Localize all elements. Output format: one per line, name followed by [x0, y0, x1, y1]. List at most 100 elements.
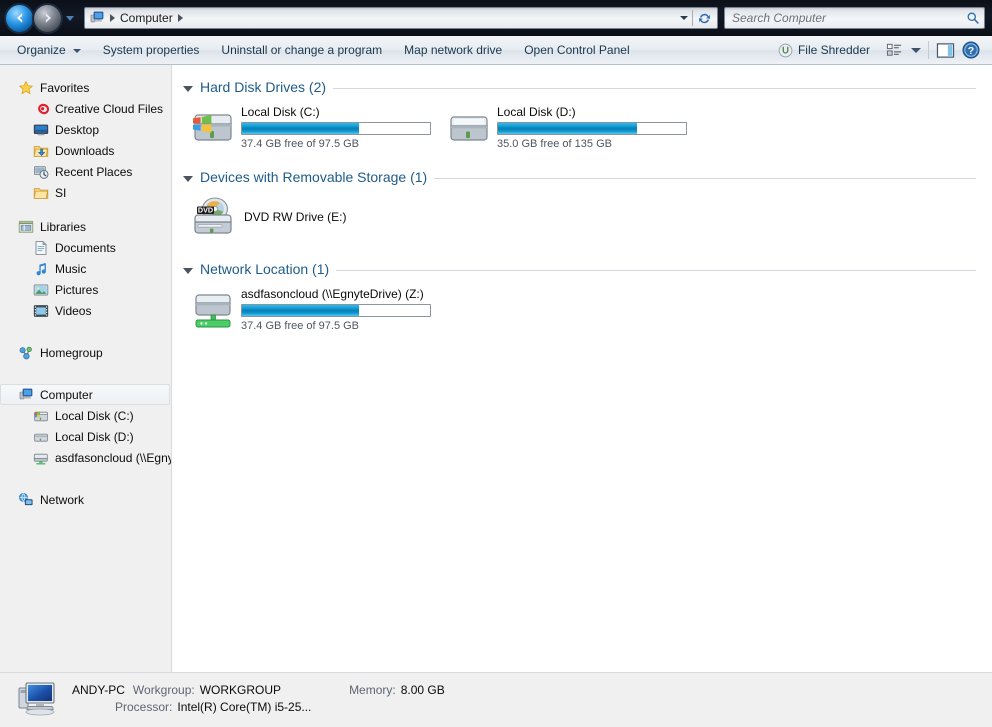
group-header-hard-disk-drives[interactable]: Hard Disk Drives (2) [173, 79, 992, 95]
drive-info: asdfasoncloud (\\EgnyteDrive) (Z:) 37.4 … [241, 284, 431, 332]
back-button[interactable] [6, 4, 33, 32]
sidebar-group-label: Favorites [40, 80, 90, 95]
group-header-removable-storage[interactable]: Devices with Removable Storage (1) [173, 169, 992, 185]
group-title: Devices with Removable Storage (1) [200, 169, 428, 185]
workgroup-label: Workgroup: [132, 683, 195, 697]
search-input[interactable]: Search Computer [732, 11, 826, 25]
view-dropdown-button[interactable] [907, 38, 925, 62]
file-list-pane[interactable]: Hard Disk Drives (2) Local Disk (C:) 37.… [173, 65, 992, 672]
sidebar-item-downloads[interactable]: Downloads [0, 140, 171, 161]
help-button[interactable]: ? [958, 38, 984, 62]
navigation-pane[interactable]: Favorites Creative Cloud Files Desktop D… [0, 65, 172, 672]
preview-pane-icon [936, 42, 954, 58]
group-title: Network Location (1) [200, 261, 330, 277]
forward-button[interactable] [34, 4, 61, 32]
network-drive-icon [195, 294, 231, 328]
sidebar-item-network-drive-z[interactable]: asdfasoncloud (\\Egny [0, 447, 171, 468]
sidebar-item-music[interactable]: Music [0, 258, 171, 279]
chevron-down-icon [72, 49, 81, 53]
sidebar-item-videos[interactable]: Videos [0, 300, 171, 321]
preview-pane-button[interactable] [932, 38, 958, 62]
group-items-network-location: asdfasoncloud (\\EgnyteDrive) (Z:) 37.4 … [173, 281, 992, 335]
open-control-panel-button[interactable]: Open Control Panel [513, 37, 640, 64]
collapse-triangle-icon[interactable] [183, 85, 193, 92]
address-dropdown-icon[interactable] [675, 8, 692, 28]
sidebar-item-label: Local Disk (C:) [55, 408, 134, 423]
breadcrumb-separator-2[interactable] [177, 14, 183, 22]
sidebar-item-label: Music [55, 261, 87, 276]
file-shredder-button[interactable]: File Shredder [767, 37, 881, 64]
breadcrumb-separator-1 [110, 14, 115, 22]
group-rule [336, 269, 976, 271]
command-bar: Organize System properties Uninstall or … [0, 36, 992, 65]
group-title: Hard Disk Drives (2) [200, 79, 327, 95]
breadcrumb-computer[interactable]: Computer [120, 12, 173, 24]
drive-capacity-text: 37.4 GB free of 97.5 GB [241, 320, 360, 332]
capacity-bar-fill [242, 305, 359, 316]
sidebar-item-label: Local Disk (D:) [55, 429, 134, 444]
sidebar-item-local-disk-c[interactable]: Local Disk (C:) [0, 405, 171, 426]
sidebar-group-homegroup[interactable]: Homegroup [0, 342, 171, 363]
capacity-bar [497, 122, 687, 135]
hard-drive-icon [450, 116, 488, 141]
collapse-triangle-icon[interactable] [183, 267, 193, 274]
drive-info: DVD RW Drive (E:) [244, 194, 346, 224]
drive-name: Local Disk (D:) [497, 105, 576, 119]
group-items-hard-disk-drives: Local Disk (C:) 37.4 GB free of 97.5 GB … [173, 99, 992, 153]
collapse-triangle-icon[interactable] [183, 175, 193, 182]
sidebar-item-computer[interactable]: Computer [0, 384, 170, 405]
title-address-bar: Computer Search Computer [0, 0, 992, 36]
dvd-drive-icon: DVD [194, 197, 232, 234]
drive-tile-local-disk-d[interactable]: Local Disk (D:) 35.0 GB free of 135 GB [445, 99, 701, 153]
sidebar-item-label: Videos [55, 303, 92, 318]
sidebar-item-creative-cloud-files[interactable]: Creative Cloud Files [0, 98, 171, 119]
sidebar-item-pictures[interactable]: Pictures [0, 279, 171, 300]
system-properties-button[interactable]: System properties [92, 37, 211, 64]
chevron-down-icon [911, 47, 921, 53]
sidebar-item-recent-places[interactable]: Recent Places [0, 161, 171, 182]
capacity-bar [241, 304, 431, 317]
sidebar-group-libraries[interactable]: Libraries [0, 216, 171, 237]
svg-text:?: ? [968, 45, 974, 57]
sidebar-item-desktop[interactable]: Desktop [0, 119, 171, 140]
map-network-drive-button[interactable]: Map network drive [393, 37, 513, 64]
drive-capacity-text: 35.0 GB free of 135 GB [497, 138, 612, 150]
search-icon[interactable] [966, 11, 980, 25]
desktop-icon [33, 124, 49, 135]
drive-info: Local Disk (D:) 35.0 GB free of 135 GB [497, 102, 687, 150]
drive-tile-network-z[interactable]: asdfasoncloud (\\EgnyteDrive) (Z:) 37.4 … [189, 281, 489, 335]
documents-library-icon [35, 240, 47, 255]
drive-info: Local Disk (C:) 37.4 GB free of 97.5 GB [241, 102, 431, 150]
sidebar-item-local-disk-d[interactable]: Local Disk (D:) [0, 426, 171, 447]
pictures-library-icon [33, 284, 49, 295]
sidebar-item-documents[interactable]: Documents [0, 237, 171, 258]
sidebar-item-label: Pictures [55, 282, 99, 297]
sidebar-item-label: SI [55, 185, 67, 200]
drive-tile-local-disk-c[interactable]: Local Disk (C:) 37.4 GB free of 97.5 GB [189, 99, 445, 153]
sidebar-item-label: Recent Places [55, 164, 133, 179]
details-line-2: Processor: Intel(R) Core(TM) i5-25... [72, 700, 445, 717]
refresh-icon[interactable] [693, 8, 715, 28]
history-dropdown-icon[interactable] [63, 5, 77, 31]
memory-label: Memory: [349, 683, 396, 697]
drive-tile-dvd-rw-e[interactable]: DVD DVD RW Drive (E:) [189, 191, 445, 245]
navigation-buttons [0, 4, 77, 32]
group-header-network-location[interactable]: Network Location (1) [173, 261, 992, 277]
sidebar-group-network[interactable]: Network [0, 489, 171, 510]
homegroup-icon [19, 346, 32, 359]
creative-cloud-icon [38, 103, 49, 114]
sidebar-item-si[interactable]: SI [0, 182, 171, 203]
sidebar-group-label: Homegroup [40, 345, 103, 360]
details-text: ANDY-PC Workgroup: WORKGROUP Memory: 8.0… [72, 683, 445, 717]
sidebar-item-label: Creative Cloud Files [55, 101, 164, 116]
uninstall-program-button[interactable]: Uninstall or change a program [210, 37, 393, 64]
view-options-button[interactable] [881, 38, 907, 62]
details-pane: ANDY-PC Workgroup: WORKGROUP Memory: 8.0… [0, 672, 992, 727]
search-box[interactable]: Search Computer [724, 7, 985, 29]
drive-name: Local Disk (C:) [241, 105, 320, 119]
sidebar-group-favorites[interactable]: Favorites [0, 77, 171, 98]
address-bar[interactable]: Computer [84, 7, 718, 29]
organize-button[interactable]: Organize [6, 37, 92, 64]
